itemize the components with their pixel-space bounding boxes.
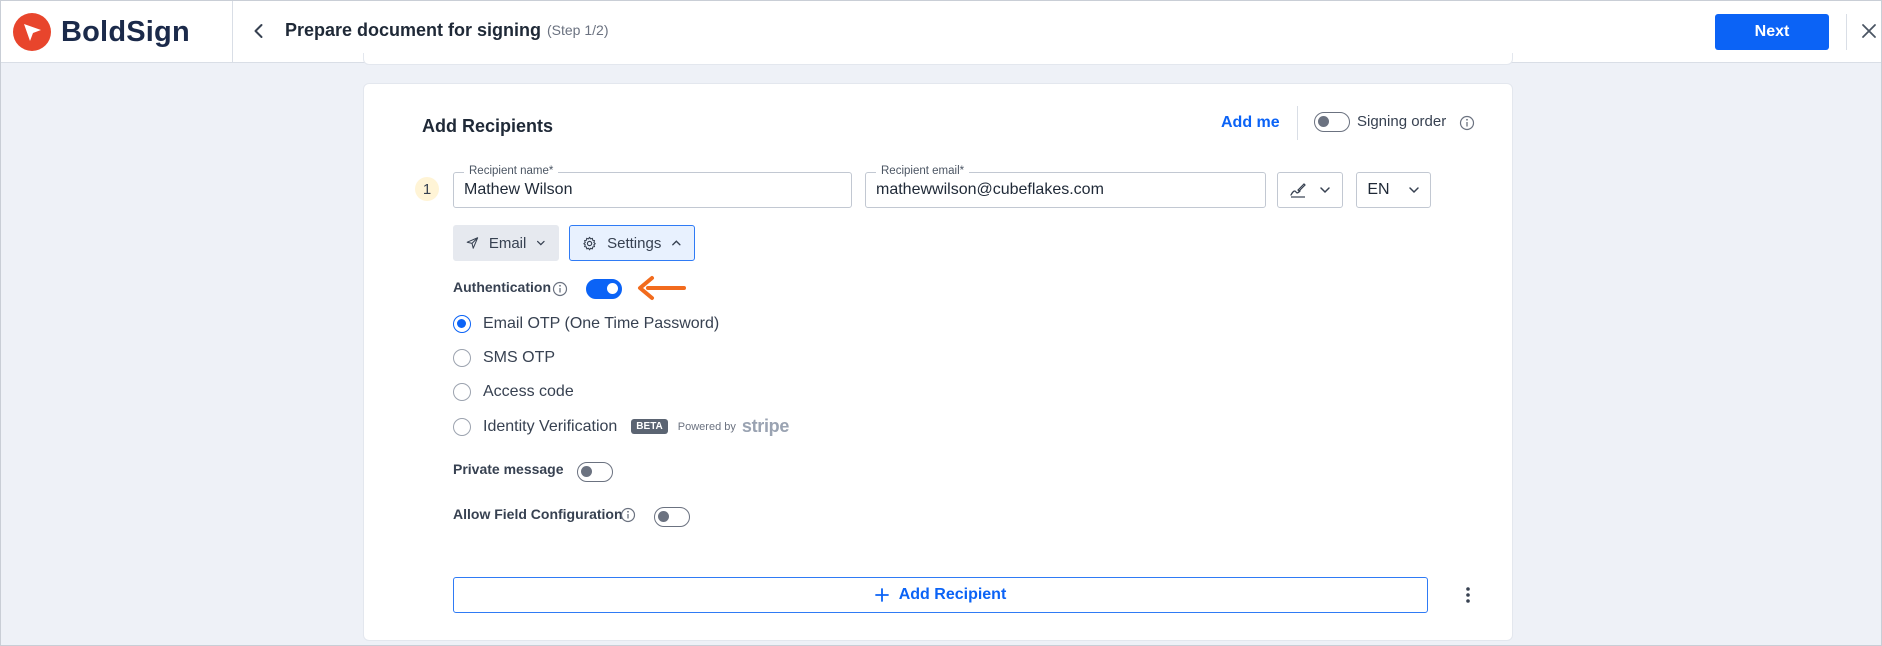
chevron-down-icon [1320,187,1330,194]
allow-field-configuration-label: Allow Field Configuration [453,506,623,522]
stripe-logo: stripe [741,416,790,436]
close-icon [1862,24,1876,38]
recipient-number-badge: 1 [415,177,439,201]
signing-order-toggle[interactable] [1314,112,1350,132]
close-button[interactable] [1855,17,1881,45]
toggle-knob [1318,116,1329,127]
radio-button[interactable] [453,383,471,401]
chevron-down-icon [1408,187,1419,194]
toggle-knob [658,511,669,522]
send-icon [466,237,479,249]
toggle-knob [581,466,592,477]
section-title: Add Recipients [422,116,554,136]
authentication-toggle[interactable] [586,279,622,299]
radio-button[interactable] [453,349,471,367]
boldsign-logo-icon [13,13,51,51]
auth-option-email-otp[interactable]: Email OTP (One Time Password) [453,315,719,333]
recipient-name-input[interactable] [454,173,851,207]
gear-icon [583,236,596,250]
auth-option-label: Email OTP (One Time Password) [483,315,720,332]
private-message-toggle[interactable] [577,462,613,482]
language-dropdown[interactable]: EN [1356,172,1431,208]
app-window: BoldSign Prepare document for signing (S… [0,0,1882,646]
signer-role-dropdown[interactable] [1277,172,1343,208]
delivery-mode-label: Email [488,234,527,252]
beta-badge: BETA [631,419,668,434]
more-options-button[interactable] [1456,581,1480,609]
auth-option-label: Access code [483,383,574,400]
powered-by-text: Powered by [677,420,736,433]
authentication-label: Authentication [453,279,551,295]
auth-option-sms-otp[interactable]: SMS OTP [453,349,555,367]
brand-logo[interactable]: BoldSign [13,13,190,51]
signing-order-label: Signing order [1357,113,1447,130]
info-icon[interactable] [552,281,568,297]
info-icon[interactable] [620,507,636,523]
chevron-up-icon [672,240,681,246]
vertical-separator [1297,106,1298,140]
brand-name: BoldSign [61,15,190,48]
radio-button[interactable] [453,315,471,333]
step-indicator: (Step 1/2) [547,22,609,38]
auth-option-access-code[interactable]: Access code [453,383,574,401]
recipients-card: Add Recipients Add me Signing order 1 Re… [363,83,1513,641]
radio-button[interactable] [453,417,471,436]
close-divider [1846,14,1847,50]
auth-option-label: Identity Verification [483,417,618,435]
chevron-left-icon [254,24,263,38]
page-title: Prepare document for signing [285,20,542,40]
add-recipient-button[interactable]: Add Recipient [453,577,1428,613]
auth-option-label: SMS OTP [483,349,556,366]
header-divider [232,1,233,63]
more-vertical-icon [1466,587,1470,603]
recipient-email-input[interactable] [866,173,1265,207]
chevron-down-icon [537,240,545,246]
next-button[interactable]: Next [1715,14,1829,50]
recipient-name-field: Recipient name* [453,165,852,208]
allow-field-configuration-toggle[interactable] [654,507,690,527]
toggle-knob [607,283,618,294]
private-message-label: Private message [453,461,564,477]
language-value: EN [1367,181,1390,198]
add-recipient-label: Add Recipient [898,586,1007,603]
auth-option-identity-verification[interactable]: Identity Verification BETA Powered by st… [453,416,789,437]
recipient-email-label: Recipient email* [876,165,970,177]
arrow-left-icon [638,276,686,300]
settings-button[interactable]: Settings [569,225,695,261]
settings-label: Settings [607,234,662,252]
back-button[interactable] [245,17,273,45]
plus-icon [874,588,889,602]
recipient-name-label: Recipient name* [464,165,559,177]
previous-section-card [363,53,1513,65]
info-icon[interactable] [1459,115,1475,131]
recipient-email-field: Recipient email* [865,165,1266,208]
add-me-link[interactable]: Add me [1221,114,1280,132]
signature-pen-icon [1290,183,1306,198]
delivery-mode-dropdown[interactable]: Email [453,225,559,261]
